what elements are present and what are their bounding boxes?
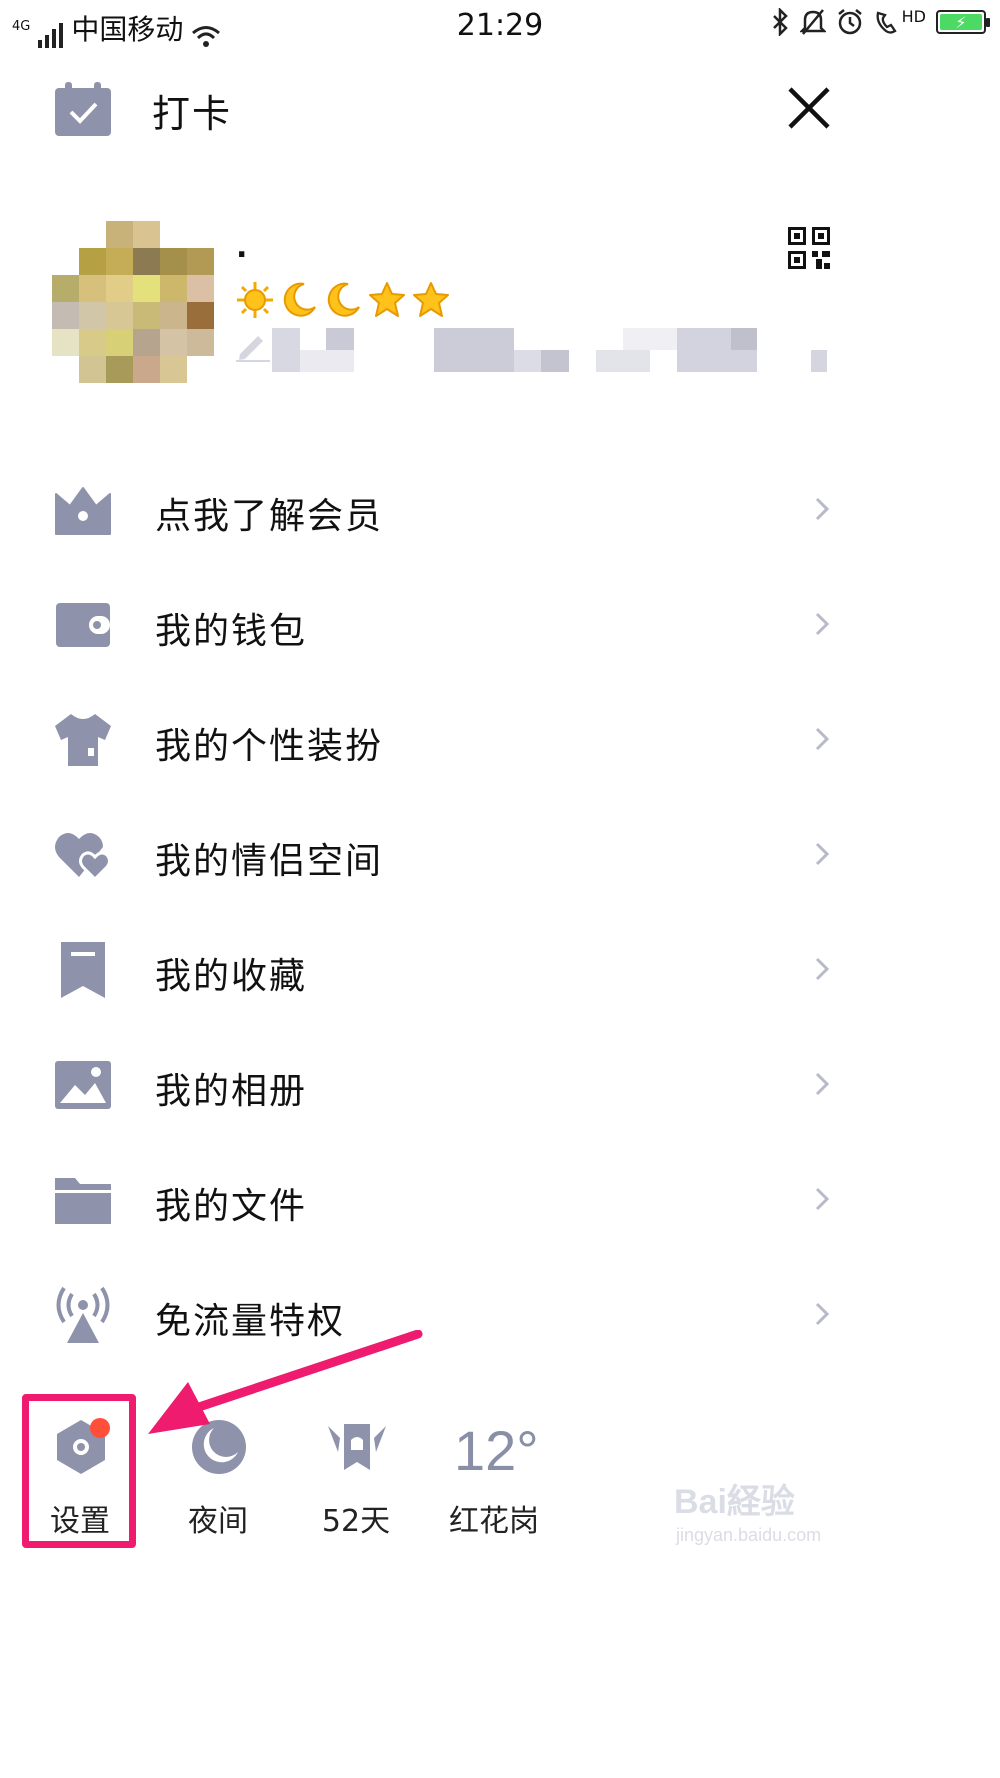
star-icon	[369, 282, 405, 317]
battery-icon: ⚡	[936, 10, 990, 34]
pencil-icon	[236, 336, 270, 362]
menu-item-couple-space[interactable]: 我的情侣空间	[0, 797, 1000, 912]
menu-label: 我的情侣空间	[155, 841, 384, 882]
weather-button[interactable]: 12° 红花岗	[434, 1400, 554, 1550]
star-icon	[413, 282, 449, 317]
chevron-right-icon	[815, 497, 830, 521]
calendar-check-icon[interactable]	[55, 82, 111, 136]
tshirt-icon	[55, 714, 111, 766]
pointer-arrow-icon	[148, 1330, 423, 1434]
avatar[interactable]	[52, 221, 214, 383]
chevron-right-icon	[815, 1187, 830, 1211]
menu-label: 我的个性装扮	[155, 726, 384, 767]
chevron-right-icon	[815, 727, 830, 751]
close-icon[interactable]	[787, 86, 831, 130]
photo-icon	[55, 1061, 111, 1109]
menu-label: 点我了解会员	[155, 496, 384, 537]
moon-icon	[327, 282, 360, 317]
qr-code-icon[interactable]	[788, 227, 830, 269]
level-badges[interactable]	[236, 281, 450, 319]
folder-icon	[55, 1178, 111, 1224]
nickname[interactable]: .	[236, 230, 247, 265]
days-label: 52天	[321, 1504, 391, 1539]
bookmark-icon	[61, 942, 105, 998]
menu-label: 我的收藏	[155, 956, 308, 997]
hd-call-icon: HD	[874, 7, 926, 35]
baidu-watermark: Bai経验 jingyan.baidu.com	[674, 1482, 821, 1545]
settings-highlight-box	[22, 1394, 136, 1548]
chevron-right-icon	[815, 957, 830, 981]
menu-label: 我的文件	[155, 1186, 308, 1227]
menu-item-files[interactable]: 我的文件	[0, 1142, 1000, 1257]
status-bar: 4G 中国移动 21:29 HD ⚡	[0, 0, 1000, 50]
menu-item-wallet[interactable]: 我的钱包	[0, 567, 1000, 682]
menu-item-vip[interactable]: 点我了解会员	[0, 452, 1000, 567]
menu-item-album[interactable]: 我的相册	[0, 1027, 1000, 1142]
bluetooth-icon	[772, 8, 788, 36]
menu-label: 我的钱包	[155, 611, 308, 652]
chevron-right-icon	[815, 1072, 830, 1096]
watermark-url: jingyan.baidu.com	[675, 1525, 821, 1545]
signal-tower-icon	[56, 1286, 110, 1343]
location-label: 红花岗	[449, 1504, 539, 1539]
chevron-right-icon	[815, 612, 830, 636]
checkin-title[interactable]: 打卡	[152, 83, 232, 138]
chevron-right-icon	[815, 842, 830, 866]
signature-row[interactable]	[236, 326, 828, 372]
watermark-brand: Bai経验	[674, 1482, 795, 1521]
wallet-icon	[56, 603, 110, 647]
menu-item-theme[interactable]: 我的个性装扮	[0, 682, 1000, 797]
chevron-right-icon	[815, 1302, 830, 1326]
moon-icon	[283, 282, 316, 317]
sun-icon	[237, 282, 273, 318]
status-right: HD ⚡	[770, 7, 990, 36]
temperature: 12°	[454, 1419, 539, 1482]
night-label: 夜间	[188, 1504, 248, 1539]
crown-icon	[55, 487, 111, 535]
hearts-icon	[55, 832, 111, 882]
alarm-icon	[837, 9, 862, 35]
menu-item-favorites[interactable]: 我的收藏	[0, 912, 1000, 1027]
mute-bell-icon	[799, 9, 826, 35]
menu-label: 我的相册	[155, 1071, 308, 1112]
